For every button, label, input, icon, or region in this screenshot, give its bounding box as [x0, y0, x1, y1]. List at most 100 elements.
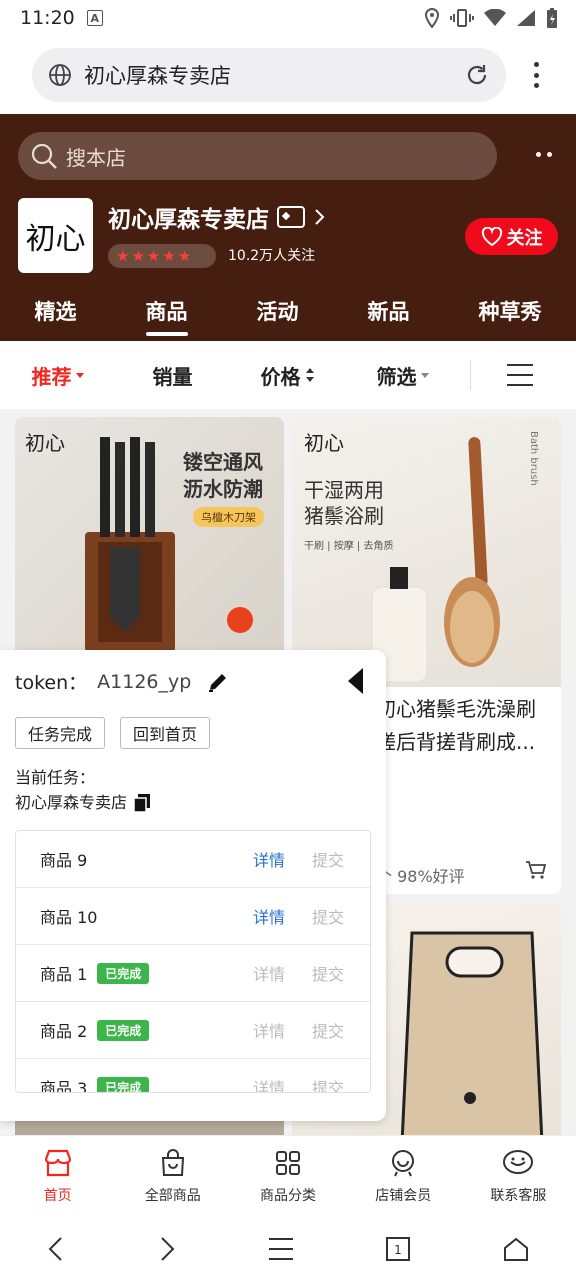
copy-icon[interactable]	[133, 793, 151, 813]
product-card-bath-brush[interactable]: 初心 干湿两用 猪鬃浴刷 干刷 | 按摩 | 去角质 Bath brush	[292, 417, 561, 687]
submit-link[interactable]: 提交	[312, 1075, 344, 1092]
svg-text:1: 1	[394, 1243, 402, 1257]
nav-categories[interactable]: 商品分类	[230, 1136, 345, 1217]
location-icon	[424, 8, 440, 28]
star-icon: ★	[146, 247, 161, 265]
star-icon: ★	[116, 247, 130, 265]
side-label: Bath brush	[528, 431, 539, 486]
cart-icon[interactable]	[525, 859, 547, 881]
nav-customer-service[interactable]: 联系客服	[461, 1136, 576, 1217]
shop-logo[interactable]: 初心	[18, 198, 93, 273]
product-title-line-1: 初心猪鬃毛洗澡刷	[376, 697, 536, 721]
edit-icon[interactable]	[207, 671, 229, 693]
current-task: 当前任务： 初心厚森专卖店	[15, 765, 151, 815]
completed-badge: 已完成	[97, 1019, 150, 1041]
task-row: 商品 2 已完成 详情 提交	[16, 1002, 370, 1059]
sort-recommend[interactable]: 推荐	[0, 361, 115, 390]
current-task-value: 初心厚森专卖店	[15, 793, 128, 812]
detail-link[interactable]: 详情	[253, 961, 285, 985]
detail-link[interactable]: 详情	[253, 1075, 285, 1092]
divider	[470, 360, 471, 390]
shop-home-icon	[44, 1149, 71, 1176]
shop-more-icon[interactable]	[536, 152, 552, 157]
task-row: 商品 9 详情 提交	[16, 831, 370, 888]
completed-badge: 已完成	[97, 1076, 150, 1092]
shop-badge-icon	[277, 206, 305, 228]
forward-arrow-icon[interactable]	[157, 1235, 177, 1263]
star-icon: ★	[162, 247, 176, 265]
search-icon	[31, 143, 57, 169]
nav-membership[interactable]: 店铺会员	[346, 1136, 461, 1217]
signal-icon	[517, 10, 535, 26]
task-row: 商品 10 详情 提交	[16, 888, 370, 945]
detail-link[interactable]: 详情	[253, 1018, 285, 1042]
chevron-right-icon	[315, 209, 325, 225]
task-complete-button[interactable]: 任务完成	[15, 717, 105, 749]
battery-icon	[547, 8, 557, 28]
back-home-button[interactable]: 回到首页	[120, 717, 210, 749]
submit-link[interactable]: 提交	[312, 961, 344, 985]
tabs-icon[interactable]: 1	[385, 1236, 411, 1262]
globe-icon	[49, 64, 71, 86]
submit-link[interactable]: 提交	[312, 847, 344, 871]
detail-link[interactable]: 详情	[253, 847, 285, 871]
nav-all-products[interactable]: 全部商品	[115, 1136, 230, 1217]
status-bar: 11:20 A	[0, 0, 576, 36]
browser-toolbar: 初心厚森专卖店	[0, 36, 576, 114]
detail-link[interactable]: 详情	[253, 904, 285, 928]
tab-activities[interactable]: 活动	[257, 288, 299, 338]
member-icon	[392, 1149, 415, 1176]
tab-products[interactable]: 商品	[145, 288, 188, 338]
heart-icon	[481, 226, 502, 246]
brand-mark: 初心	[304, 431, 344, 455]
shop-bottom-nav: 首页 全部商品 商品分类 店铺会员 联系客服	[0, 1135, 576, 1217]
promo-line-1: 镂空通风	[183, 450, 263, 474]
star-icon: ★	[177, 247, 192, 265]
tab-recommend-show[interactable]: 种草秀	[479, 288, 542, 338]
shop-search-input[interactable]: 搜本店	[18, 132, 497, 180]
page-title: 初心厚森专卖店	[84, 64, 231, 88]
knife-block-image	[85, 437, 175, 652]
sort-filter[interactable]: 筛选	[345, 361, 460, 390]
browser-menu-icon[interactable]	[526, 58, 546, 92]
product-card-knife-holder[interactable]: 初心 镂空通风 沥水防潮 乌檀木刀架	[15, 417, 284, 687]
back-arrow-icon[interactable]	[46, 1235, 66, 1263]
task-row: 商品 1 已完成 详情 提交	[16, 945, 370, 1002]
shop-name: 初心厚森专卖店	[108, 207, 269, 233]
address-bar[interactable]: 初心厚森专卖店	[32, 48, 506, 102]
praise-rate: 个 98%好评	[376, 867, 465, 886]
list-view-icon[interactable]	[507, 364, 533, 386]
follow-button[interactable]: 关注	[465, 218, 558, 255]
home-icon[interactable]	[502, 1236, 530, 1262]
sort-bar: 推荐 销量 价格 筛选	[0, 341, 576, 409]
shop-name-link[interactable]: 初心厚森专卖店	[108, 200, 327, 234]
submit-link[interactable]: 提交	[312, 1018, 344, 1042]
product-title-line-2: 搓后背搓背刷成...	[376, 730, 536, 754]
token-value: A1126_yp	[97, 670, 192, 693]
tab-new[interactable]: 新品	[368, 288, 410, 338]
collapse-panel-icon[interactable]	[348, 668, 363, 694]
shop-tabs: 精选 商品 活动 新品 种草秀	[0, 288, 576, 338]
rating-stars: ★ ★ ★ ★ ★	[108, 244, 216, 268]
token-label: token：	[15, 672, 88, 694]
submit-link[interactable]: 提交	[312, 904, 344, 928]
nav-home[interactable]: 首页	[0, 1136, 115, 1217]
sort-sales[interactable]: 销量	[115, 361, 230, 390]
reload-icon[interactable]	[464, 62, 490, 88]
shopping-bag-icon	[161, 1148, 184, 1176]
menu-icon[interactable]	[268, 1237, 294, 1261]
a-notification-icon: A	[86, 10, 103, 26]
vibrate-icon	[450, 9, 474, 27]
follow-label: 关注	[506, 227, 543, 249]
chat-icon	[503, 1149, 534, 1174]
product-tag: 乌檀木刀架	[193, 507, 264, 527]
tab-featured[interactable]: 精选	[35, 288, 77, 338]
grid-icon	[276, 1150, 300, 1175]
completed-badge: 已完成	[97, 962, 150, 984]
sort-price[interactable]: 价格	[230, 361, 345, 390]
follower-count: 10.2万人关注	[228, 248, 316, 264]
task-panel: token： A1126_yp 任务完成 回到首页 当前任务： 初心厚森专卖店 …	[0, 650, 386, 1121]
shop-header: 搜本店 初心 初心厚森专卖店 ★ ★ ★ ★ ★ 10.2万人关注 关注 精选 商品 活…	[0, 114, 576, 341]
status-time: 11:20	[20, 7, 75, 29]
wifi-icon	[484, 9, 506, 26]
